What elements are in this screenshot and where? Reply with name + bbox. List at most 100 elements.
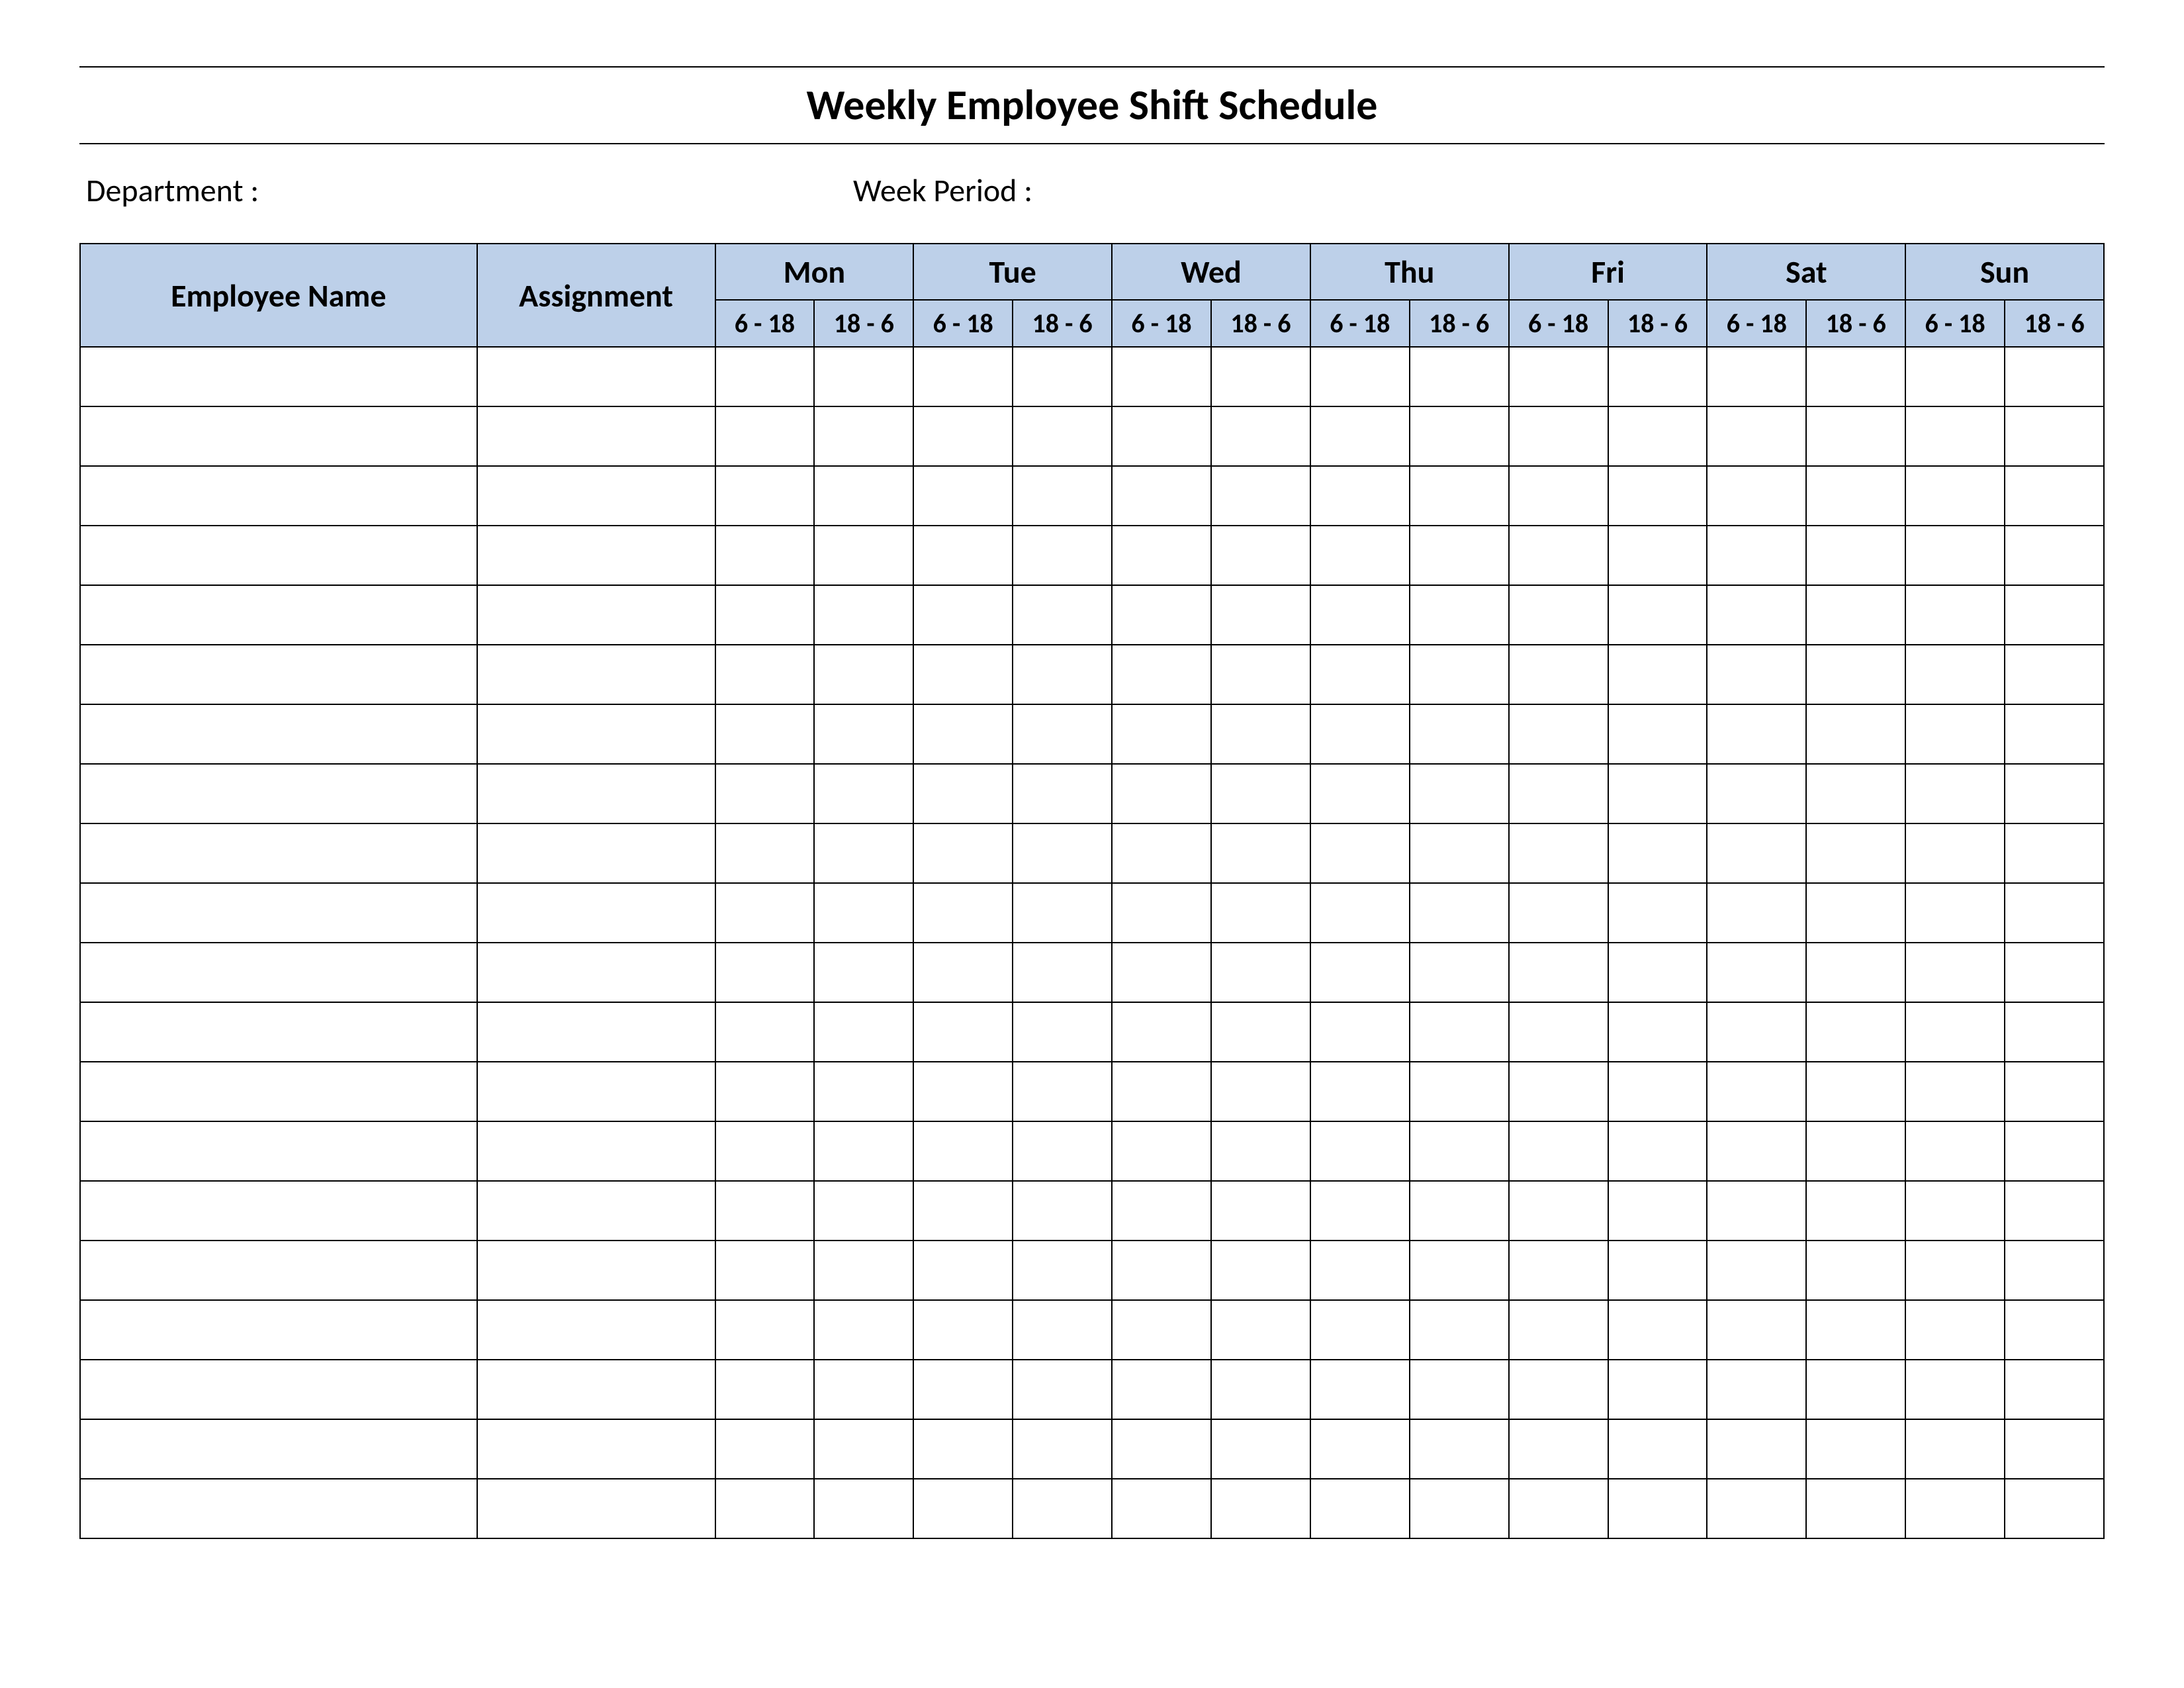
assignment-cell[interactable] (477, 943, 715, 1002)
shift-cell[interactable] (1806, 704, 1905, 764)
assignment-cell[interactable] (477, 466, 715, 526)
shift-cell[interactable] (913, 1300, 1013, 1360)
shift-cell[interactable] (1608, 823, 1707, 883)
shift-cell[interactable] (814, 1300, 913, 1360)
assignment-cell[interactable] (477, 406, 715, 466)
shift-cell[interactable] (1707, 823, 1806, 883)
shift-cell[interactable] (1707, 1181, 1806, 1241)
shift-cell[interactable] (715, 645, 815, 704)
shift-cell[interactable] (1310, 585, 1410, 645)
shift-cell[interactable] (1013, 645, 1112, 704)
shift-cell[interactable] (1410, 883, 1509, 943)
shift-cell[interactable] (1310, 347, 1410, 406)
shift-cell[interactable] (1707, 1241, 1806, 1300)
shift-cell[interactable] (1112, 704, 1211, 764)
shift-cell[interactable] (1310, 1419, 1410, 1479)
shift-cell[interactable] (1509, 1181, 1608, 1241)
shift-cell[interactable] (1410, 347, 1509, 406)
shift-cell[interactable] (1013, 1479, 1112, 1538)
shift-cell[interactable] (1310, 1181, 1410, 1241)
shift-cell[interactable] (1806, 943, 1905, 1002)
shift-cell[interactable] (715, 1181, 815, 1241)
shift-cell[interactable] (1509, 1479, 1608, 1538)
shift-cell[interactable] (1509, 1062, 1608, 1121)
shift-cell[interactable] (2005, 1002, 2104, 1062)
shift-cell[interactable] (1112, 1360, 1211, 1419)
shift-cell[interactable] (814, 764, 913, 823)
shift-cell[interactable] (1509, 466, 1608, 526)
shift-cell[interactable] (814, 823, 913, 883)
shift-cell[interactable] (715, 347, 815, 406)
shift-cell[interactable] (1608, 1419, 1707, 1479)
shift-cell[interactable] (913, 883, 1013, 943)
shift-cell[interactable] (715, 466, 815, 526)
shift-cell[interactable] (1806, 1360, 1905, 1419)
shift-cell[interactable] (1310, 1002, 1410, 1062)
shift-cell[interactable] (1608, 645, 1707, 704)
employee-cell[interactable] (80, 764, 477, 823)
shift-cell[interactable] (814, 1241, 913, 1300)
shift-cell[interactable] (1112, 883, 1211, 943)
shift-cell[interactable] (2005, 466, 2104, 526)
shift-cell[interactable] (1608, 1479, 1707, 1538)
shift-cell[interactable] (1509, 1121, 1608, 1181)
shift-cell[interactable] (1410, 943, 1509, 1002)
assignment-cell[interactable] (477, 823, 715, 883)
shift-cell[interactable] (1211, 704, 1310, 764)
assignment-cell[interactable] (477, 1360, 715, 1419)
shift-cell[interactable] (1112, 1002, 1211, 1062)
shift-cell[interactable] (1509, 1241, 1608, 1300)
shift-cell[interactable] (913, 585, 1013, 645)
shift-cell[interactable] (1905, 1300, 2005, 1360)
shift-cell[interactable] (715, 1241, 815, 1300)
shift-cell[interactable] (1410, 1062, 1509, 1121)
employee-cell[interactable] (80, 1002, 477, 1062)
shift-cell[interactable] (1806, 406, 1905, 466)
shift-cell[interactable] (1905, 1062, 2005, 1121)
employee-cell[interactable] (80, 1121, 477, 1181)
employee-cell[interactable] (80, 1300, 477, 1360)
shift-cell[interactable] (814, 704, 913, 764)
shift-cell[interactable] (814, 466, 913, 526)
shift-cell[interactable] (1410, 1181, 1509, 1241)
shift-cell[interactable] (1905, 1360, 2005, 1419)
assignment-cell[interactable] (477, 1479, 715, 1538)
shift-cell[interactable] (1112, 347, 1211, 406)
shift-cell[interactable] (1806, 1121, 1905, 1181)
shift-cell[interactable] (1013, 1360, 1112, 1419)
shift-cell[interactable] (913, 1360, 1013, 1419)
shift-cell[interactable] (1211, 1002, 1310, 1062)
employee-cell[interactable] (80, 466, 477, 526)
shift-cell[interactable] (1806, 764, 1905, 823)
shift-cell[interactable] (913, 1479, 1013, 1538)
shift-cell[interactable] (715, 406, 815, 466)
employee-cell[interactable] (80, 585, 477, 645)
shift-cell[interactable] (1806, 1479, 1905, 1538)
shift-cell[interactable] (1410, 585, 1509, 645)
shift-cell[interactable] (1707, 1121, 1806, 1181)
assignment-cell[interactable] (477, 1121, 715, 1181)
shift-cell[interactable] (1806, 1002, 1905, 1062)
shift-cell[interactable] (1112, 1241, 1211, 1300)
assignment-cell[interactable] (477, 704, 715, 764)
employee-cell[interactable] (80, 823, 477, 883)
shift-cell[interactable] (715, 1360, 815, 1419)
shift-cell[interactable] (1608, 1241, 1707, 1300)
shift-cell[interactable] (2005, 1181, 2104, 1241)
employee-cell[interactable] (80, 1419, 477, 1479)
shift-cell[interactable] (1509, 704, 1608, 764)
employee-cell[interactable] (80, 645, 477, 704)
shift-cell[interactable] (913, 823, 1013, 883)
shift-cell[interactable] (715, 764, 815, 823)
assignment-cell[interactable] (477, 526, 715, 585)
shift-cell[interactable] (715, 1062, 815, 1121)
assignment-cell[interactable] (477, 1002, 715, 1062)
shift-cell[interactable] (1806, 526, 1905, 585)
shift-cell[interactable] (1211, 764, 1310, 823)
shift-cell[interactable] (1112, 1300, 1211, 1360)
shift-cell[interactable] (1112, 466, 1211, 526)
shift-cell[interactable] (1509, 943, 1608, 1002)
assignment-cell[interactable] (477, 764, 715, 823)
shift-cell[interactable] (715, 943, 815, 1002)
shift-cell[interactable] (814, 1062, 913, 1121)
